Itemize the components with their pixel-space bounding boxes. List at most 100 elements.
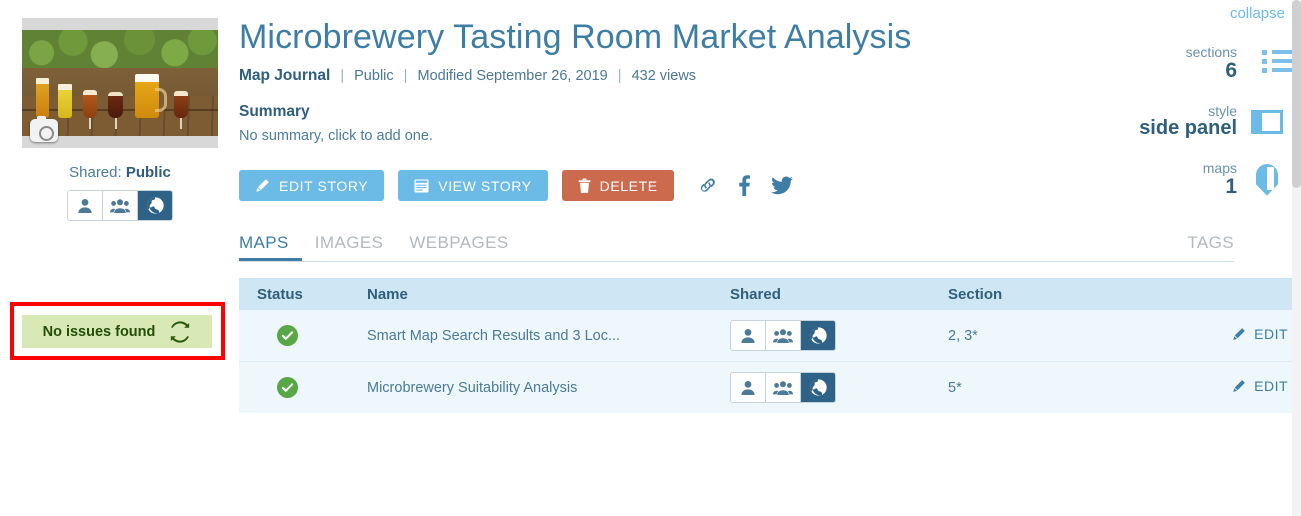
page-scrollbar-track[interactable] [1292,0,1301,516]
maps-value: 1 [1225,175,1237,199]
tab-webpages[interactable]: WEBPAGES [396,233,521,261]
globe-icon [809,327,827,344]
thumbnail-foliage [22,30,218,68]
pencil-icon [1233,328,1245,340]
check-circle-icon [277,377,298,399]
tab-tags[interactable]: TAGS [1174,233,1234,261]
share-option-owner[interactable] [68,191,103,220]
column-header-status: Status [239,278,349,311]
share-option-owner[interactable] [731,321,766,351]
tab-maps[interactable]: MAPS [239,233,302,261]
stat-sections[interactable]: sections 6 [1035,44,1294,82]
content-tabs: MAPS IMAGES WEBPAGES TAGS [239,229,1234,263]
issues-status-badge[interactable]: No issues found [22,315,212,348]
column-header-actions [1148,278,1301,311]
view-story-label: VIEW STORY [438,177,532,194]
row-name-cell: Microbrewery Suitability Analysis [349,361,712,414]
person-icon [741,328,755,343]
column-header-name: Name [349,278,712,311]
globe-icon [146,197,164,214]
pencil-icon [1233,380,1245,392]
story-details-page: Shared: Public No issues found Microbrew… [0,0,1301,516]
twitter-icon[interactable] [770,176,793,195]
edit-story-button[interactable]: EDIT STORY [239,170,385,202]
sections-value: 6 [1225,58,1237,82]
share-level-toggle[interactable] [67,190,173,221]
story-visibility: Public [354,68,394,85]
side-panel-icon [1249,109,1285,134]
row-share-toggle[interactable] [730,372,836,404]
beer-glass [58,84,72,118]
person-icon [78,198,92,213]
shared-value: Public [125,164,171,181]
beer-glass [36,78,49,118]
left-panel: Shared: Public [22,18,218,221]
tab-images[interactable]: IMAGES [302,233,397,261]
share-option-organization[interactable] [766,321,801,351]
delete-button[interactable]: DELETE [561,170,674,202]
story-settings-rail: collapse sections 6 style side panel map… [1035,0,1294,198]
row-section-cell: 5* [930,361,1148,414]
style-label: style [1208,102,1237,119]
beer-glass [83,90,97,129]
row-action-cell: EDIT MAP [1148,361,1301,414]
table-row: Smart Map Search Results and 3 Loc... 2,… [239,310,1301,363]
row-share-toggle[interactable] [730,320,836,352]
delete-label: DELETE [599,177,658,194]
maps-table-body: Smart Map Search Results and 3 Loc... 2,… [239,310,1301,414]
no-issues-annotation: No issues found [10,302,225,360]
story-thumbnail[interactable] [22,18,218,148]
map-name-link[interactable]: Smart Map Search Results and 3 Loc... [367,328,620,344]
row-shared-cell [712,310,930,363]
share-option-organization[interactable] [103,191,138,220]
page-scrollbar-thumb[interactable] [1292,0,1301,188]
facebook-icon[interactable] [738,175,751,197]
pencil-icon [256,179,269,192]
window-icon [414,179,429,193]
stat-style[interactable]: style side panel [1035,104,1285,140]
globe-icon [809,379,827,396]
check-circle-icon [277,325,298,347]
shared-label: Shared: [69,164,122,181]
trash-icon [578,178,591,194]
beer-glass [174,91,188,129]
story-view-count: 432 views [631,68,697,85]
story-type: Map Journal [239,67,331,85]
collapse-link[interactable]: collapse [1230,5,1285,22]
meta-separator: | [617,68,622,85]
map-name-link[interactable]: Microbrewery Suitability Analysis [367,380,577,396]
stat-maps[interactable]: maps 1 [1035,161,1285,198]
map-marker-icon [1249,163,1285,196]
story-modified-date: Modified September 26, 2019 [417,68,608,85]
person-icon [741,380,755,395]
share-option-owner[interactable] [731,373,766,403]
style-value: side panel [1139,117,1237,140]
row-shared-cell [712,361,930,414]
share-option-everyone[interactable] [801,321,835,351]
share-option-organization[interactable] [766,373,801,403]
issues-label: No issues found [42,323,156,340]
group-icon [773,380,793,395]
row-section-cell: 2, 3* [930,310,1148,363]
maps-table: Status Name Shared Section Smart Map Sea… [239,278,1301,414]
edit-story-label: EDIT STORY [279,177,369,194]
column-header-shared: Shared [712,278,930,311]
share-option-everyone[interactable] [801,373,835,403]
share-option-everyone[interactable] [138,191,172,220]
social-share-icons [697,175,793,197]
group-icon [110,198,130,213]
camera-icon[interactable] [30,116,58,142]
shared-status: Shared: Public [22,164,218,181]
table-row: Microbrewery Suitability Analysis 5* EDI… [239,361,1301,414]
edit-map-button[interactable]: EDIT MAP [1232,326,1301,342]
link-icon[interactable] [697,176,718,195]
meta-separator: | [340,68,345,85]
row-status-cell [239,361,349,414]
list-icon [1249,49,1294,77]
maps-label: maps [1202,160,1237,177]
sections-label: sections [1185,44,1237,60]
beer-glass [108,92,123,129]
edit-map-button[interactable]: EDIT MAP [1232,378,1301,394]
row-action-cell: EDIT MAP [1148,310,1301,363]
view-story-button[interactable]: VIEW STORY [398,170,548,202]
